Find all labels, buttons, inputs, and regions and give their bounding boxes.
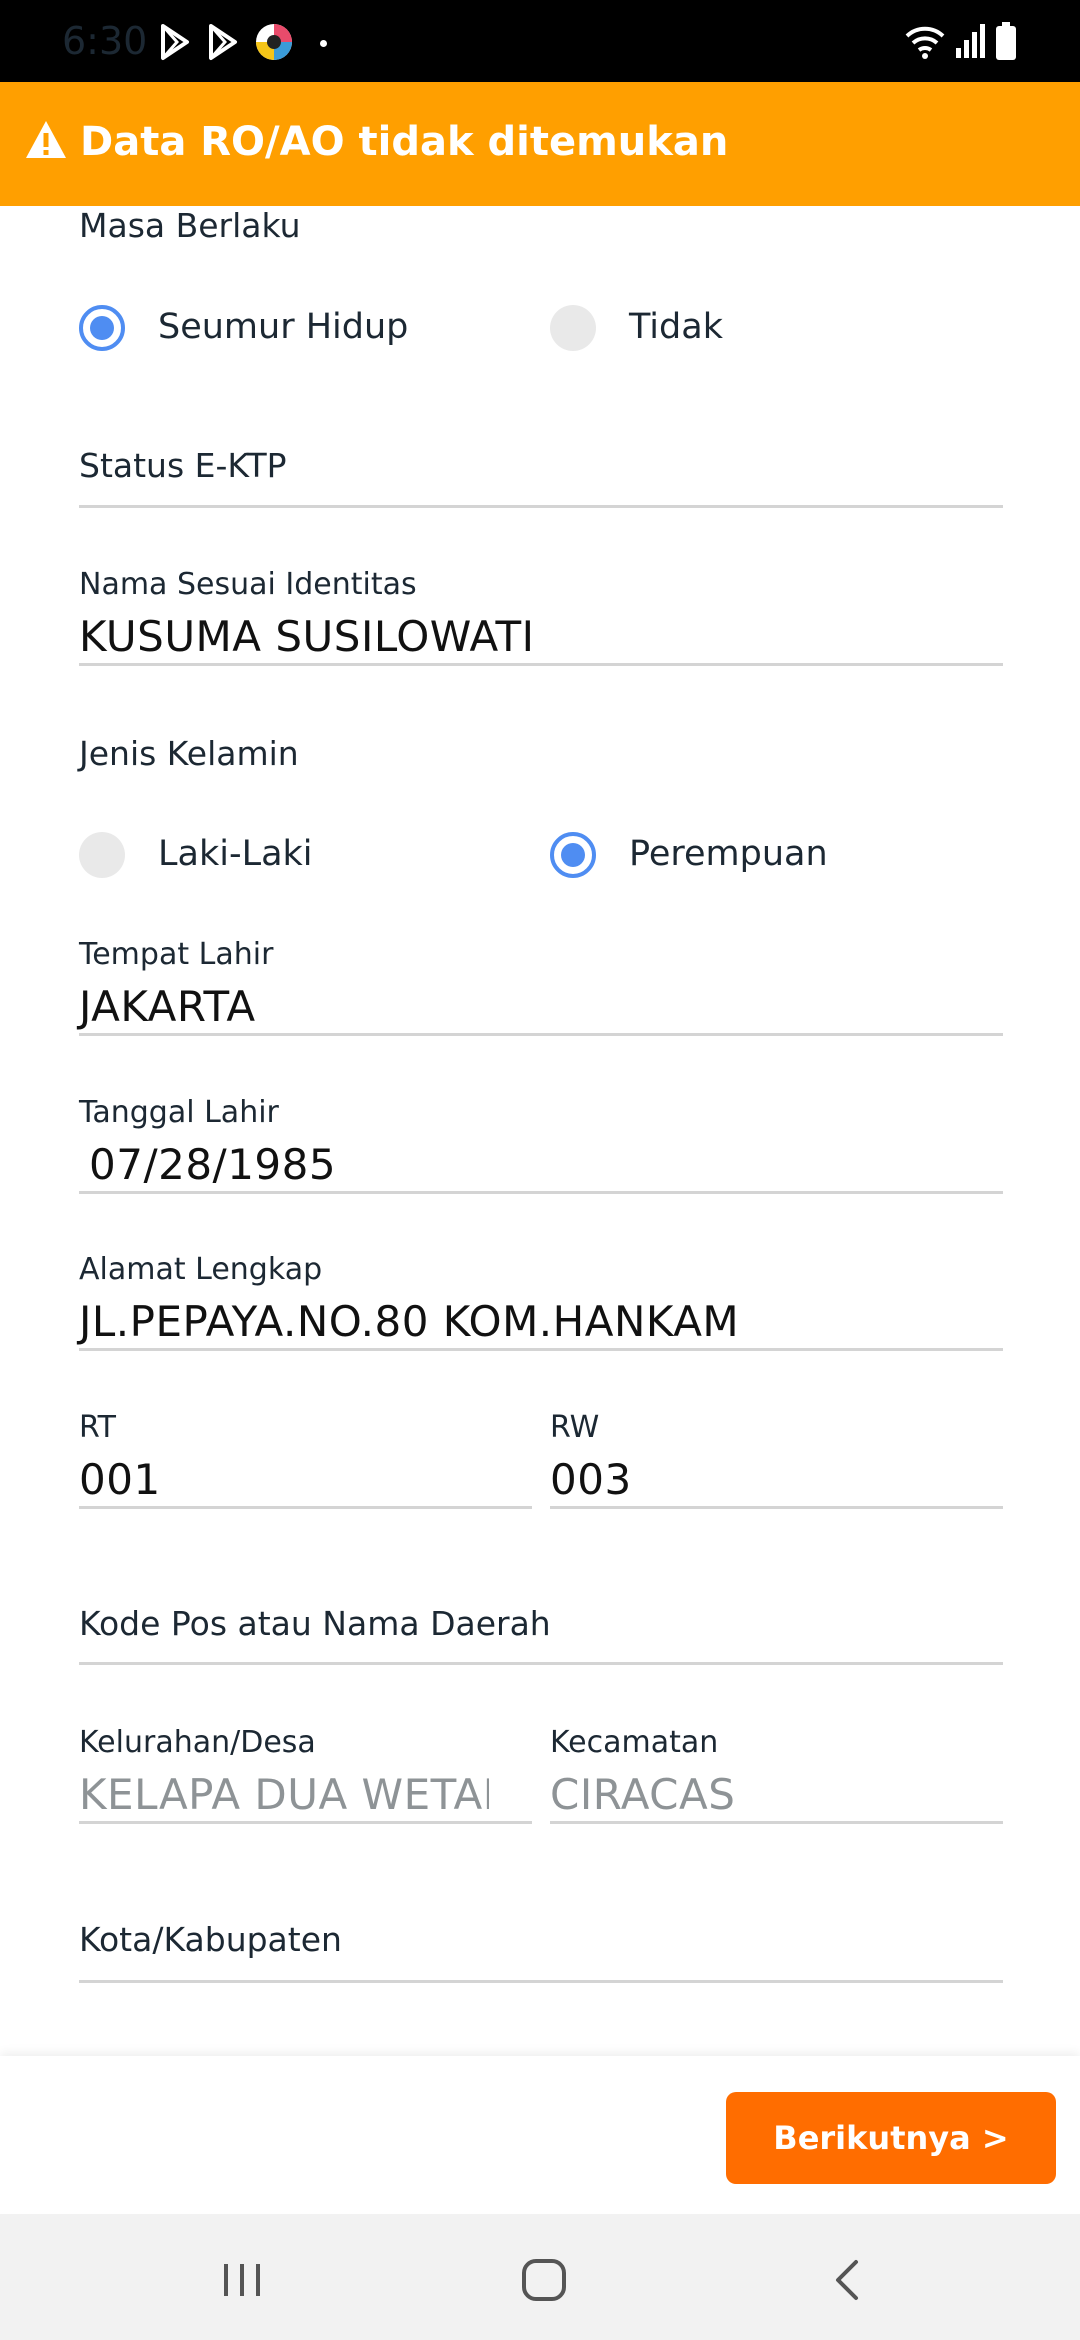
rw-input[interactable]: 003 [550,1452,1000,1508]
radio-button[interactable] [79,832,125,878]
app-icon [256,24,292,60]
radio-seumur-hidup[interactable]: Seumur Hidup [79,303,519,353]
divider [79,1506,532,1509]
play-store-icon [161,24,189,60]
status-ektp-field[interactable]: Status E-KTP [79,438,1003,510]
nama-input[interactable]: KUSUMA SUSILOWATI [79,609,999,665]
dot-icon [320,40,327,47]
tempat-lahir-label: Tempat Lahir [79,937,274,972]
masa-berlaku-label: Masa Berlaku [79,206,301,245]
warning-icon [26,121,66,158]
radio-tidak[interactable]: Tidak [550,303,990,353]
jenis-kelamin-label: Jenis Kelamin [79,734,299,773]
wifi-icon [905,26,945,59]
kelurahan-input: KELAPA DUA WETAI [79,1770,489,1819]
recent-apps-icon[interactable] [212,2250,272,2310]
status-time: 6:30 [62,19,148,63]
radio-button[interactable] [550,305,596,351]
alamat-label: Alamat Lengkap [79,1252,323,1287]
radio-label: Tidak [629,307,723,347]
rt-label: RT [79,1410,116,1445]
kecamatan-input: CIRACAS [550,1770,736,1819]
tanggal-lahir-input[interactable]: 07/28/1985 [89,1137,999,1193]
kode-pos-field[interactable]: Kode Pos atau Nama Daerah [79,1598,1003,1666]
warning-banner: Data RO/AO tidak ditemukan [0,82,1080,206]
divider [79,1033,1003,1036]
divider [79,663,1003,666]
divider [79,1191,1003,1194]
signal-icon [956,24,985,58]
rw-label: RW [550,1410,600,1445]
tanggal-lahir-label: Tanggal Lahir [79,1095,279,1130]
divider [79,505,1003,508]
divider [79,1662,1003,1665]
nama-label: Nama Sesuai Identitas [79,567,417,602]
divider [550,1821,1003,1824]
next-button[interactable]: Berikutnya > [726,2092,1056,2184]
kota-label: Kota/Kabupaten [79,1920,342,1959]
kecamatan-label: Kecamatan [550,1725,719,1760]
status-ektp-label: Status E-KTP [79,446,287,485]
divider [79,1821,532,1824]
alamat-input[interactable]: JL.PEPAYA.NO.80 KOM.HANKAM [79,1294,999,1350]
radio-button[interactable] [79,305,125,351]
radio-perempuan[interactable]: Perempuan [550,830,990,880]
back-icon[interactable] [818,2250,878,2310]
banner-message: Data RO/AO tidak ditemukan [80,119,729,165]
kode-pos-label: Kode Pos atau Nama Daerah [79,1604,551,1643]
kota-field[interactable]: Kota/Kabupaten [79,1914,1003,1984]
rt-input[interactable]: 001 [79,1452,529,1508]
radio-label: Seumur Hidup [158,307,409,347]
divider [79,1348,1003,1351]
divider [550,1506,1003,1509]
radio-laki-laki[interactable]: Laki-Laki [79,830,519,880]
divider [79,1980,1003,1983]
home-icon[interactable] [514,2250,574,2310]
kelurahan-label: Kelurahan/Desa [79,1725,316,1760]
battery-icon [996,22,1016,60]
tempat-lahir-input[interactable]: JAKARTA [79,979,999,1035]
radio-label: Laki-Laki [158,834,313,874]
radio-button[interactable] [550,832,596,878]
radio-label: Perempuan [629,834,828,874]
play-store-icon [209,24,237,60]
